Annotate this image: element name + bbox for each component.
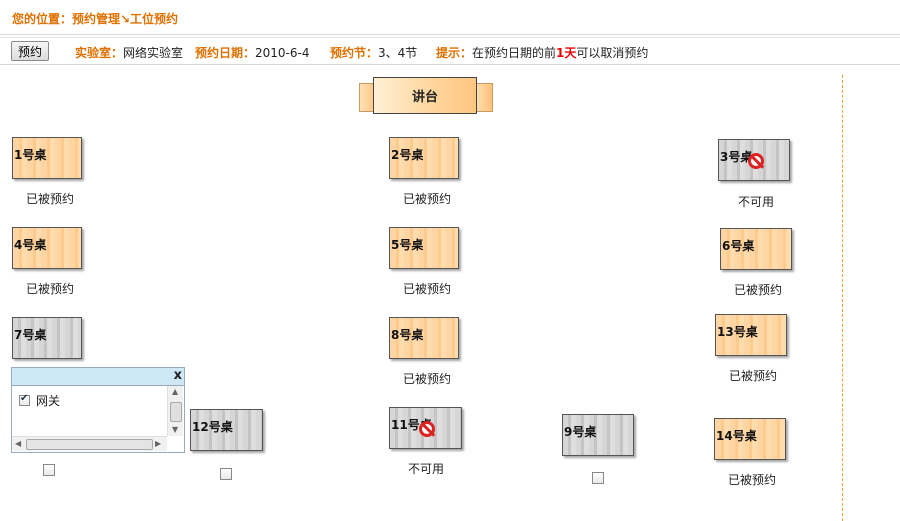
desk-status: 不可用 <box>408 462 445 476</box>
desk-3[interactable]: 3号桌 <box>718 139 790 181</box>
desk-status: 已被预约 <box>26 282 75 296</box>
desk-2[interactable]: 2号桌 <box>389 137 459 179</box>
desk-name: 9号桌 <box>564 425 597 439</box>
scroll-thumb[interactable] <box>170 402 182 422</box>
desk-status: 已被预约 <box>403 372 452 386</box>
date-value: 2010-6-4 <box>255 46 310 60</box>
desk-status: 已被预约 <box>403 192 452 206</box>
desk-status: 已被预约 <box>734 283 783 297</box>
tip-info: 提示：在预约日期的前1天可以取消预约 <box>436 44 648 61</box>
desk-name: 7号桌 <box>14 328 47 342</box>
lab-info: 实验室：网络实验室 <box>75 44 183 61</box>
period-value: 3、4节 <box>378 46 418 60</box>
desk-status: 不可用 <box>738 195 775 209</box>
scroll-up-icon[interactable]: ▲ <box>172 387 178 396</box>
reserve-button[interactable]: 预约 <box>11 41 50 61</box>
date-info: 预约日期：2010-6-4 <box>195 44 309 61</box>
desk-5[interactable]: 5号桌 <box>389 227 459 269</box>
desk-name: 13号桌 <box>717 325 758 339</box>
desk-8[interactable]: 8号桌 <box>389 317 459 359</box>
list-item[interactable]: 网关 <box>19 392 60 409</box>
desk-7-checkbox[interactable] <box>43 464 55 476</box>
info-bar: 预约 实验室：网络实验室 预约日期：2010-6-4 预约节：3、4节 提示：在… <box>0 37 900 65</box>
desk-1[interactable]: 1号桌 <box>12 137 82 179</box>
desk-status: 已被预约 <box>403 282 452 296</box>
tip-prefix: 在预约日期的前 <box>472 46 557 60</box>
horizontal-scrollbar[interactable]: ◀ ▶ <box>12 436 167 451</box>
podium: 讲台 <box>359 77 493 115</box>
desk-name: 6号桌 <box>722 239 755 253</box>
desk-name: 5号桌 <box>391 238 424 252</box>
desk-9-checkbox[interactable] <box>592 472 604 484</box>
vertical-scrollbar[interactable]: ▲ ▼ <box>167 386 183 436</box>
scroll-left-icon[interactable]: ◀ <box>15 439 21 448</box>
desk-status: 已被预约 <box>728 473 777 487</box>
right-divider <box>842 75 843 521</box>
list-item-label: 网关 <box>36 394 61 408</box>
equipment-popup: x 网关 ▲ ▼ ◀ ▶ <box>11 367 185 453</box>
desk-name: 12号桌 <box>192 420 233 434</box>
desk-6[interactable]: 6号桌 <box>720 228 792 270</box>
desk-name: 1号桌 <box>14 148 47 162</box>
desk-9[interactable]: 9号桌 <box>562 414 634 456</box>
desk-status: 已被预约 <box>26 192 75 206</box>
desk-14[interactable]: 14号桌 <box>714 418 786 460</box>
tip-label: 提示： <box>436 46 473 60</box>
lab-value: 网络实验室 <box>123 46 184 60</box>
gateway-checkbox[interactable] <box>19 393 30 406</box>
no-entry-icon <box>419 421 435 437</box>
desk-name: 2号桌 <box>391 148 424 162</box>
scroll-thumb[interactable] <box>26 439 153 450</box>
scroll-down-icon[interactable]: ▼ <box>172 425 178 434</box>
podium-label: 讲台 <box>373 77 477 114</box>
desk-status: 已被预约 <box>729 369 778 383</box>
close-icon[interactable]: x <box>174 368 182 383</box>
date-label: 预约日期： <box>195 46 256 60</box>
desk-12[interactable]: 12号桌 <box>190 409 263 451</box>
lab-label: 实验室： <box>75 46 124 60</box>
desk-4[interactable]: 4号桌 <box>12 227 82 269</box>
breadcrumb-bar: 您的位置：预约管理↘工位预约 <box>0 0 900 35</box>
tip-highlight: 1天 <box>556 46 577 60</box>
desk-12-checkbox[interactable] <box>220 468 232 480</box>
desk-name: 8号桌 <box>391 328 424 342</box>
popup-header: x <box>12 368 184 386</box>
no-entry-icon <box>748 153 764 169</box>
scroll-right-icon[interactable]: ▶ <box>155 439 161 448</box>
desk-13[interactable]: 13号桌 <box>715 314 787 356</box>
tip-suffix: 可以取消预约 <box>576 46 649 60</box>
breadcrumb: 您的位置：预约管理↘工位预约 <box>12 12 179 26</box>
period-info: 预约节：3、4节 <box>330 44 417 61</box>
desk-7[interactable]: 7号桌 <box>12 317 82 359</box>
desk-name: 4号桌 <box>14 238 47 252</box>
period-label: 预约节： <box>330 46 379 60</box>
desk-name: 14号桌 <box>716 429 757 443</box>
desk-11[interactable]: 11号桌 <box>389 407 462 449</box>
